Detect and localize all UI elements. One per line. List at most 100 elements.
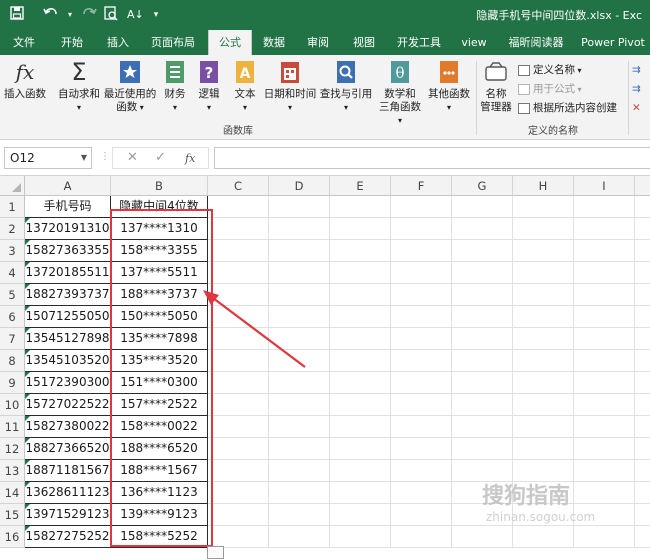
math-trig-button[interactable]: θ 数学和 三角函数 ▾ bbox=[376, 59, 424, 125]
table-cell[interactable]: 13545127898 bbox=[25, 328, 111, 350]
table-cell[interactable] bbox=[513, 196, 574, 218]
table-cell[interactable] bbox=[330, 460, 391, 482]
table-cell[interactable] bbox=[452, 372, 513, 394]
table-cell[interactable]: 139****9123 bbox=[111, 504, 208, 526]
row-header[interactable]: 16 bbox=[0, 526, 25, 548]
table-cell[interactable]: 隐藏中间4位数 bbox=[111, 196, 208, 218]
table-cell[interactable] bbox=[452, 196, 513, 218]
column-header[interactable] bbox=[635, 176, 650, 196]
table-cell[interactable]: 158****5252 bbox=[111, 526, 208, 548]
drag-handle-icon[interactable]: ⋮ bbox=[100, 151, 110, 162]
table-cell[interactable] bbox=[269, 218, 330, 240]
column-header[interactable]: D bbox=[269, 176, 330, 196]
table-cell[interactable] bbox=[391, 262, 452, 284]
table-cell[interactable] bbox=[330, 372, 391, 394]
formula-input[interactable] bbox=[214, 147, 650, 169]
table-cell[interactable] bbox=[391, 350, 452, 372]
table-cell[interactable] bbox=[330, 262, 391, 284]
table-cell[interactable] bbox=[269, 372, 330, 394]
tab-foxit-reader[interactable]: 福昕阅读器 bbox=[500, 30, 572, 55]
table-cell[interactable] bbox=[208, 504, 269, 526]
row-header[interactable]: 4 bbox=[0, 262, 25, 284]
remove-arrows-icon[interactable]: ✕ bbox=[632, 101, 641, 115]
column-header[interactable]: A bbox=[25, 176, 111, 196]
logical-button[interactable]: ? 逻辑 ▾ bbox=[194, 59, 224, 121]
name-manager-button[interactable]: 名称 管理器 bbox=[478, 59, 514, 121]
table-cell[interactable] bbox=[452, 284, 513, 306]
table-cell[interactable] bbox=[391, 482, 452, 504]
table-cell[interactable] bbox=[513, 350, 574, 372]
table-cell[interactable]: 188****1567 bbox=[111, 460, 208, 482]
table-cell[interactable] bbox=[574, 306, 635, 328]
table-cell[interactable] bbox=[269, 438, 330, 460]
table-cell[interactable]: 手机号码 bbox=[25, 196, 111, 218]
table-cell[interactable] bbox=[574, 284, 635, 306]
tab-view-addin[interactable]: view bbox=[452, 30, 496, 55]
table-cell[interactable]: 13545103520 bbox=[25, 350, 111, 372]
table-cell[interactable] bbox=[574, 196, 635, 218]
table-cell[interactable] bbox=[330, 350, 391, 372]
undo-dropdown-icon[interactable]: ▾ bbox=[66, 6, 74, 24]
row-header[interactable]: 11 bbox=[0, 416, 25, 438]
table-cell[interactable]: 135****3520 bbox=[111, 350, 208, 372]
name-box[interactable]: O12 ▼ bbox=[4, 147, 92, 169]
table-cell[interactable] bbox=[269, 460, 330, 482]
table-cell[interactable]: 151****0300 bbox=[111, 372, 208, 394]
table-cell[interactable] bbox=[635, 504, 650, 526]
table-cell[interactable] bbox=[635, 218, 650, 240]
table-cell[interactable]: 13720185511 bbox=[25, 262, 111, 284]
table-cell[interactable] bbox=[208, 416, 269, 438]
table-cell[interactable] bbox=[635, 526, 650, 548]
row-header[interactable]: 3 bbox=[0, 240, 25, 262]
table-cell[interactable] bbox=[452, 350, 513, 372]
table-cell[interactable] bbox=[330, 240, 391, 262]
column-header[interactable]: C bbox=[208, 176, 269, 196]
table-cell[interactable] bbox=[330, 394, 391, 416]
recently-used-button[interactable]: 最近使用的 函数 ▾ bbox=[102, 59, 158, 121]
trace-precedents-icon[interactable]: ⇉ bbox=[632, 63, 641, 77]
table-cell[interactable] bbox=[391, 504, 452, 526]
table-cell[interactable] bbox=[391, 240, 452, 262]
table-cell[interactable] bbox=[513, 284, 574, 306]
table-cell[interactable] bbox=[208, 460, 269, 482]
table-cell[interactable] bbox=[269, 526, 330, 548]
lookup-reference-button[interactable]: 查找与引用 ▾ bbox=[318, 59, 374, 121]
undo-icon[interactable] bbox=[40, 6, 62, 24]
table-cell[interactable] bbox=[574, 262, 635, 284]
table-cell[interactable] bbox=[513, 526, 574, 548]
table-cell[interactable] bbox=[574, 328, 635, 350]
table-cell[interactable] bbox=[635, 416, 650, 438]
table-cell[interactable] bbox=[391, 526, 452, 548]
row-header[interactable]: 5 bbox=[0, 284, 25, 306]
table-cell[interactable] bbox=[391, 196, 452, 218]
tab-developer[interactable]: 开发工具 bbox=[390, 30, 448, 55]
table-cell[interactable]: 18827366520 bbox=[25, 438, 111, 460]
table-cell[interactable] bbox=[635, 394, 650, 416]
table-cell[interactable] bbox=[330, 438, 391, 460]
table-cell[interactable] bbox=[452, 438, 513, 460]
table-cell[interactable] bbox=[269, 504, 330, 526]
table-cell[interactable] bbox=[635, 460, 650, 482]
table-cell[interactable]: 137****1310 bbox=[111, 218, 208, 240]
column-header[interactable]: F bbox=[391, 176, 452, 196]
table-cell[interactable] bbox=[574, 526, 635, 548]
table-cell[interactable]: 15827380022 bbox=[25, 416, 111, 438]
table-cell[interactable] bbox=[574, 218, 635, 240]
use-in-formula-button[interactable]: 用于公式 ▾ bbox=[518, 82, 582, 97]
table-cell[interactable] bbox=[208, 438, 269, 460]
table-cell[interactable]: 15172390300 bbox=[25, 372, 111, 394]
table-cell[interactable] bbox=[513, 394, 574, 416]
table-cell[interactable] bbox=[330, 482, 391, 504]
column-header[interactable]: G bbox=[452, 176, 513, 196]
table-cell[interactable] bbox=[452, 416, 513, 438]
table-cell[interactable] bbox=[513, 306, 574, 328]
insert-function-button[interactable]: fx 插入函数 bbox=[2, 59, 48, 121]
table-cell[interactable] bbox=[391, 328, 452, 350]
table-cell[interactable] bbox=[635, 284, 650, 306]
table-cell[interactable] bbox=[635, 196, 650, 218]
table-cell[interactable] bbox=[269, 240, 330, 262]
tab-home[interactable]: 开始 bbox=[52, 30, 92, 55]
table-cell[interactable] bbox=[574, 240, 635, 262]
table-cell[interactable] bbox=[208, 526, 269, 548]
table-cell[interactable]: 158****0022 bbox=[111, 416, 208, 438]
